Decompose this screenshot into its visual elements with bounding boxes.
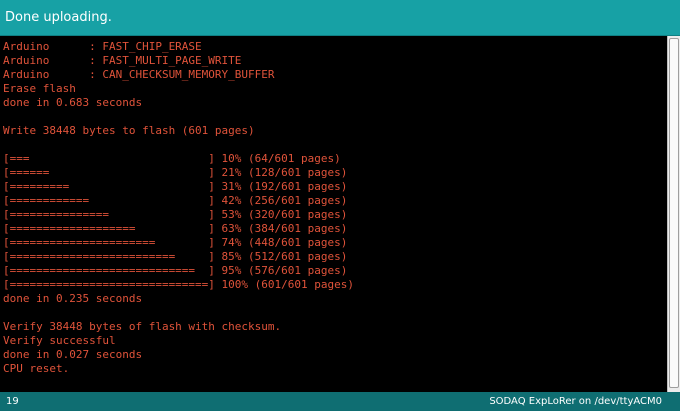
console-line: [============================ ] 95% (576… [3, 264, 348, 277]
console-line: [==============================] 100% (6… [3, 278, 354, 291]
console-line: [=============== ] 53% (320/601 pages) [3, 208, 348, 221]
vertical-scrollbar[interactable] [667, 36, 680, 392]
console-line: Erase flash [3, 82, 76, 95]
status-message: Done uploading. [5, 10, 112, 25]
console-line: Write 38448 bytes to flash (601 pages) [3, 124, 255, 137]
board-port-label: SODAQ ExpLoRer on /dev/ttyACM0 [489, 396, 662, 407]
console-line: [====== ] 21% (128/601 pages) [3, 166, 348, 179]
console-line: Arduino : FAST_MULTI_PAGE_WRITE [3, 54, 242, 67]
console-lines: BOR : trueArduino : FAST_CHIP_ERASEArdui… [3, 36, 354, 376]
scrollbar-thumb[interactable] [669, 38, 679, 388]
console-line: done in 0.235 seconds [3, 292, 143, 305]
console-line: Verify 38448 bytes of flash with checksu… [3, 320, 282, 333]
console-line: Arduino : FAST_CHIP_ERASE [3, 40, 202, 53]
console-line: [============ ] 42% (256/601 pages) [3, 194, 348, 207]
status-bar: Done uploading. [0, 0, 680, 36]
console-line: [=== ] 10% (64/601 pages) [3, 152, 341, 165]
console-line: Arduino : CAN_CHECKSUM_MEMORY_BUFFER [3, 68, 275, 81]
console-line: [========================= ] 85% (512/60… [3, 250, 348, 263]
console-line: [====================== ] 74% (448/601 p… [3, 236, 348, 249]
console-line: done in 0.683 seconds [3, 96, 143, 109]
console-line: [========= ] 31% (192/601 pages) [3, 180, 348, 193]
console-output[interactable]: BOR : trueArduino : FAST_CHIP_ERASEArdui… [0, 36, 667, 392]
console-line: [=================== ] 63% (384/601 page… [3, 222, 348, 235]
console-line: CPU reset. [3, 362, 70, 375]
line-number: 19 [6, 396, 19, 407]
console-line: done in 0.027 seconds [3, 348, 143, 361]
footer-bar: 19 SODAQ ExpLoRer on /dev/ttyACM0 [0, 392, 680, 411]
console-line: Verify successful [3, 334, 116, 347]
